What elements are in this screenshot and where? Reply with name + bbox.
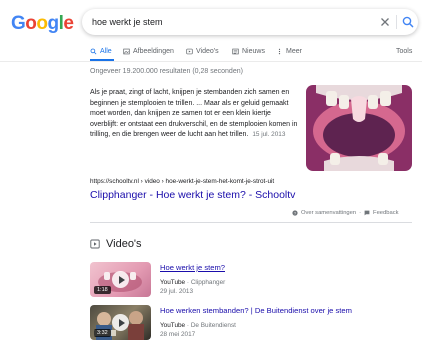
featured-snippet-text: Als je praat, zingt of lacht, knijpen je…	[90, 88, 298, 141]
search-divider	[396, 15, 397, 29]
search-input[interactable]	[92, 14, 362, 30]
tab-label: Afbeeldingen	[133, 47, 174, 55]
video-channel: De Buitendienst	[190, 322, 236, 329]
mouth-image[interactable]	[306, 85, 412, 171]
video-source: YouTube	[160, 322, 186, 329]
video-duration: 3:32	[94, 329, 111, 337]
video-result[interactable]: 1:18 Hoe werkt je stem? YouTube · Clipph…	[90, 262, 412, 302]
search-icon	[90, 48, 97, 54]
search-box	[82, 9, 418, 35]
logo-letter: o	[25, 13, 37, 34]
tab-meer[interactable]: Meer	[276, 45, 302, 57]
video-title-link[interactable]: Hoe werkt je stem?	[160, 263, 225, 272]
result-title-link[interactable]: Clipphanger - Hoe werkt je stem? - Schoo…	[90, 189, 295, 201]
video-thumbnail[interactable]: 1:18	[90, 262, 151, 297]
video-thumbnail[interactable]: 3:32	[90, 305, 151, 340]
result-stats: Ongeveer 19.200.000 resultaten (0,28 sec…	[90, 68, 243, 75]
tab-afbeeldingen[interactable]: Afbeeldingen	[123, 45, 174, 57]
close-icon[interactable]	[378, 15, 392, 29]
tab-label: Meer	[286, 47, 302, 55]
videos-heading: Video's	[90, 238, 142, 250]
logo-letter: G	[11, 13, 26, 34]
video-source: YouTube	[160, 279, 186, 286]
tab-label: Alle	[100, 47, 112, 55]
video-duration: 1:18	[94, 286, 111, 294]
video-channel: Clipphanger	[190, 279, 226, 286]
logo-letter: e	[63, 13, 74, 34]
video-meta: YouTube · Clipphanger	[160, 279, 225, 286]
result-url: https://schooltv.nl › video › hoe-werkt-…	[90, 178, 275, 185]
tab-videos[interactable]: Video's	[186, 45, 219, 57]
play-icon	[112, 314, 129, 331]
video-icon	[90, 239, 100, 249]
help-icon: ?	[292, 210, 298, 216]
tab-nieuws[interactable]: Nieuws	[232, 45, 265, 57]
search-icon[interactable]	[400, 14, 416, 30]
dot-separator: ·	[359, 210, 362, 216]
logo-letter: o	[36, 13, 48, 34]
video-title-link[interactable]: Hoe werken stembanden? | De Buitendienst…	[160, 306, 352, 315]
video-icon	[186, 48, 193, 54]
about-snippets-link[interactable]: Over samenvattingen	[301, 210, 356, 216]
tab-label: Video's	[196, 47, 219, 55]
logo-letter: g	[47, 13, 60, 34]
tab-alle[interactable]: Alle	[90, 45, 112, 57]
videos-heading-label: Video's	[106, 238, 142, 250]
tools-label: Tools	[396, 47, 413, 55]
video-date: 28 mei 2017	[160, 331, 196, 338]
snippet-date: 15 jul. 2013	[252, 131, 286, 138]
video-meta: YouTube · De Buitendienst	[160, 322, 236, 329]
video-result[interactable]: 3:32 Hoe werken stembanden? | De Buitend…	[90, 305, 412, 345]
play-icon	[112, 271, 129, 288]
feedback-icon	[364, 210, 370, 216]
video-date: 29 jul. 2013	[160, 288, 194, 295]
search-tabs: Alle Afbeeldingen Video's Nieuws Meer To…	[90, 45, 420, 61]
feedback-link[interactable]: Feedback	[373, 210, 398, 216]
header-divider	[0, 61, 422, 62]
tab-label: Nieuws	[242, 47, 265, 55]
section-divider	[90, 222, 412, 223]
tools-button[interactable]: Tools	[396, 45, 412, 57]
feedback-bar: ? Over samenvattingen · Feedback	[292, 210, 399, 216]
more-icon	[278, 48, 281, 54]
news-icon	[232, 48, 239, 54]
google-logo[interactable]: Google	[11, 13, 74, 35]
image-icon	[123, 48, 130, 54]
